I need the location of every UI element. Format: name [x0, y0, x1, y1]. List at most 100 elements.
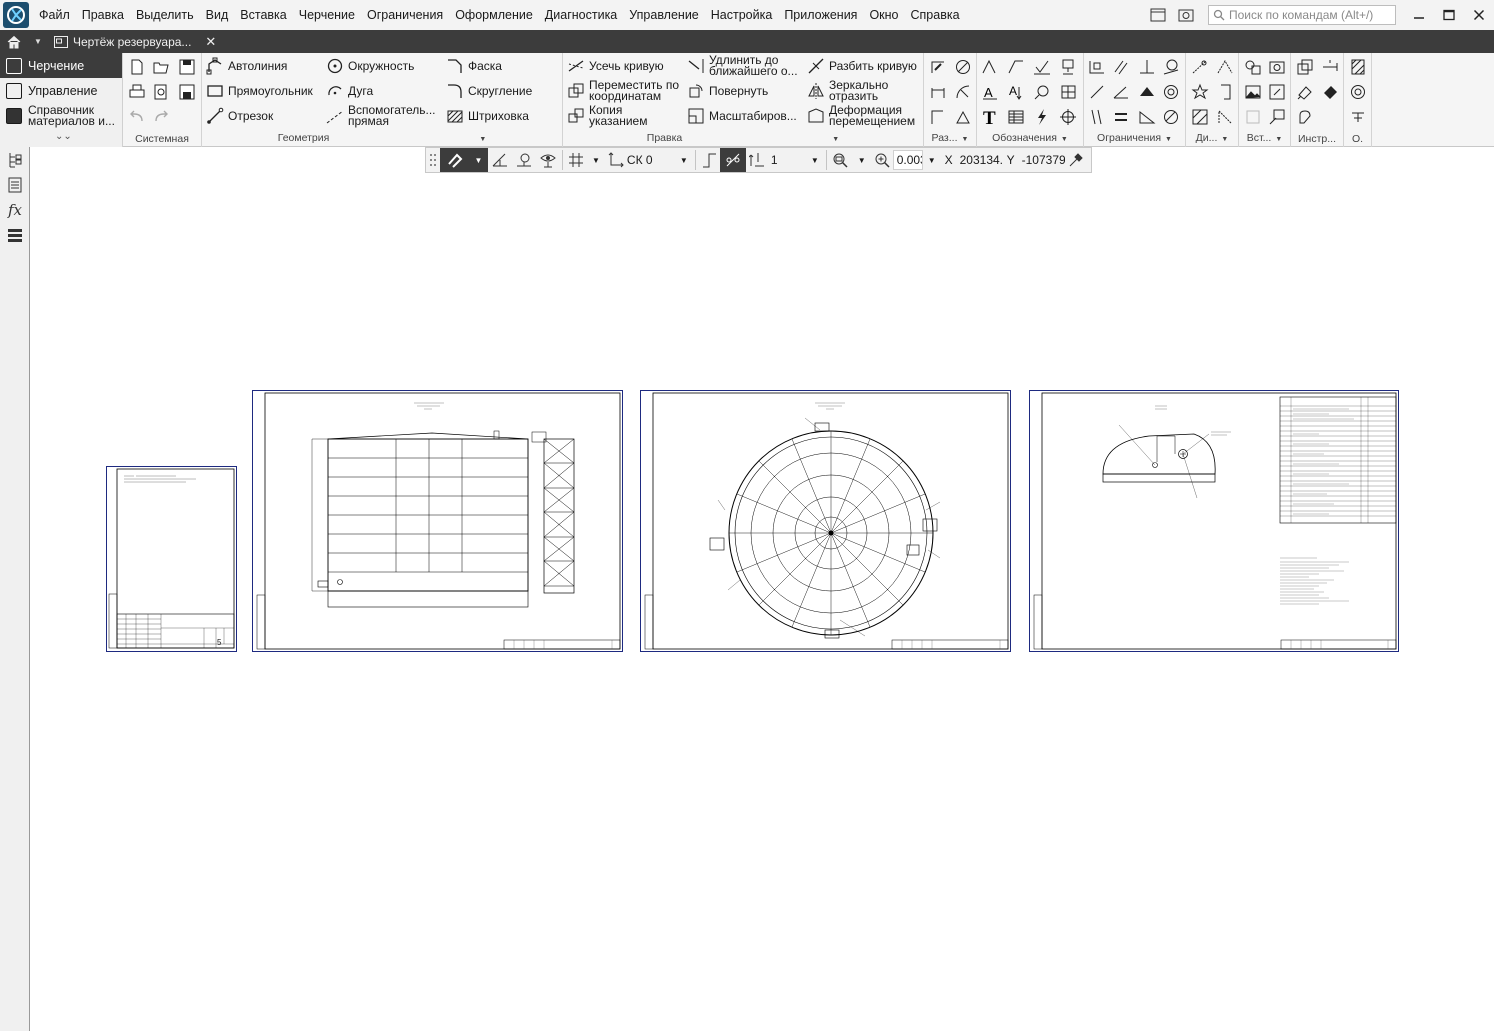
param-icon[interactable] [1189, 56, 1211, 78]
tool-shape-icon[interactable] [1294, 106, 1316, 128]
ortho-icon[interactable] [698, 148, 720, 172]
radius-dim-icon[interactable] [952, 81, 974, 103]
bracket-icon[interactable] [1214, 81, 1236, 103]
layers-icon[interactable] [0, 222, 30, 247]
insert-fragment-icon[interactable] [1266, 81, 1288, 103]
layer-dropdown-icon[interactable]: ▼ [811, 156, 819, 165]
maximize-button[interactable] [1434, 0, 1464, 30]
print-icon[interactable] [126, 81, 148, 103]
insert-camera-icon[interactable] [1266, 56, 1288, 78]
menu-view[interactable]: Вид [200, 0, 235, 30]
zoom-dropdown-icon[interactable]: ▼ [928, 156, 936, 165]
linear-dim-icon[interactable] [927, 81, 949, 103]
tool-measure-icon[interactable] [1319, 56, 1341, 78]
section-icon[interactable] [1347, 56, 1369, 78]
rotate-button[interactable]: Повернуть [687, 82, 768, 100]
text-icon[interactable]: T [979, 106, 1001, 128]
roughness-icon[interactable] [979, 56, 1001, 78]
angle-constraint-icon[interactable] [1110, 81, 1132, 103]
snap-mode-button[interactable]: ▼ [440, 148, 488, 172]
sheet-front-view[interactable] [252, 390, 623, 652]
fillet-button[interactable]: Скругление [446, 82, 532, 100]
insert-image-icon[interactable] [1242, 81, 1264, 103]
base-icon[interactable] [1057, 56, 1079, 78]
menu-manage[interactable]: Управление [623, 0, 705, 30]
fix-point-icon[interactable] [1086, 56, 1108, 78]
menu-drawing[interactable]: Черчение [293, 0, 361, 30]
star-icon[interactable] [1189, 81, 1211, 103]
extend-button[interactable]: Удлинить до ближайшего о... [687, 54, 801, 77]
concentric-icon[interactable] [1160, 81, 1182, 103]
spiral-icon[interactable] [1347, 81, 1369, 103]
mode-materials[interactable]: Справочник материалов и... [0, 103, 122, 128]
variables-icon[interactable] [1214, 56, 1236, 78]
snap-local-icon[interactable] [488, 148, 512, 172]
menu-constraints[interactable]: Ограничения [361, 0, 449, 30]
modes-expand-icon[interactable]: ⌄⌄ [55, 131, 72, 142]
lightning-icon[interactable] [1031, 106, 1053, 128]
settings-tool-icon[interactable] [1347, 106, 1369, 128]
collinear-icon[interactable] [1086, 81, 1108, 103]
y-coord-field[interactable]: -107379 [1018, 150, 1065, 170]
split-button[interactable]: Разбить кривую [807, 57, 917, 75]
rectangle-button[interactable]: Прямоугольник [206, 82, 313, 100]
text-a-icon[interactable]: A [979, 81, 1001, 103]
deform-button[interactable]: Деформация перемещением [807, 104, 921, 127]
ordinate-dim-icon[interactable] [927, 106, 949, 128]
layout-icon[interactable] [1146, 3, 1170, 27]
hatch-edit-icon[interactable] [1189, 106, 1211, 128]
tool-fill-icon[interactable] [1319, 81, 1341, 103]
copy-button[interactable]: Копия указанием [567, 104, 659, 127]
menu-select[interactable]: Выделить [130, 0, 200, 30]
tangent-icon[interactable] [1160, 56, 1182, 78]
zoom-in-icon[interactable] [871, 148, 893, 172]
insert-link-icon[interactable] [1266, 106, 1288, 128]
vertical-icon[interactable] [1086, 106, 1108, 128]
contour-icon[interactable] [1214, 106, 1236, 128]
snap-visibility-icon[interactable] [536, 148, 560, 172]
menu-edit[interactable]: Правка [76, 0, 130, 30]
autoline-button[interactable]: Автолиния [206, 57, 287, 75]
tab-list-dropdown[interactable]: ▼ [28, 30, 48, 53]
angle-dim-icon[interactable] [952, 106, 974, 128]
trim-button[interactable]: Усечь кривую [567, 57, 664, 75]
properties-icon[interactable] [0, 172, 30, 197]
mode-drawing[interactable]: Черчение [0, 53, 122, 78]
close-tab-icon[interactable]: ✕ [205, 34, 216, 50]
sheet-detail-spec[interactable] [1029, 390, 1399, 652]
text-leader-icon[interactable]: A [1005, 81, 1027, 103]
cs-dropdown-icon[interactable]: ▼ [680, 156, 688, 165]
toolbar-grip-icon[interactable] [426, 148, 440, 172]
symmetry-icon[interactable] [1136, 81, 1158, 103]
horizontal-icon[interactable] [1136, 106, 1158, 128]
kompas-logo-icon[interactable] [3, 2, 29, 28]
menu-format[interactable]: Оформление [449, 0, 539, 30]
move-coords-button[interactable]: Переместить по координатам [567, 79, 685, 102]
check-mark-icon[interactable] [1031, 56, 1053, 78]
tool-paint-icon[interactable] [1294, 81, 1316, 103]
diameter-dim-icon[interactable] [952, 56, 974, 78]
variables-fx-icon[interactable]: fx [0, 197, 30, 222]
leader-icon[interactable] [1005, 56, 1027, 78]
menu-settings[interactable]: Настройка [705, 0, 779, 30]
show-constraints-icon[interactable] [1160, 106, 1182, 128]
parallel-icon[interactable] [1110, 56, 1132, 78]
zoom-window-icon[interactable] [829, 148, 853, 172]
hatch-button[interactable]: Штриховка [446, 107, 529, 125]
document-tab[interactable]: Чертёж резервуара... ✕ [48, 30, 222, 53]
menu-help[interactable]: Справка [905, 0, 966, 30]
center-mark-icon[interactable] [1057, 106, 1079, 128]
menu-apps[interactable]: Приложения [778, 0, 863, 30]
scale-button[interactable]: Масштабиров... [687, 107, 797, 125]
perpendicular-icon[interactable] [1136, 56, 1158, 78]
sheet-a4-cover[interactable]: 5 [106, 466, 237, 652]
round-button[interactable] [719, 148, 746, 172]
redo-icon[interactable] [150, 106, 172, 128]
sheet-plan-view[interactable] [640, 390, 1011, 652]
command-search-input[interactable]: Поиск по командам (Alt+/) [1208, 5, 1396, 25]
zoom-mode-dropdown-icon[interactable]: ▼ [858, 156, 866, 165]
segment-button[interactable]: Отрезок [206, 107, 273, 125]
menu-insert[interactable]: Вставка [234, 0, 292, 30]
table-mark-icon[interactable] [1057, 81, 1079, 103]
save-icon[interactable] [176, 56, 198, 78]
